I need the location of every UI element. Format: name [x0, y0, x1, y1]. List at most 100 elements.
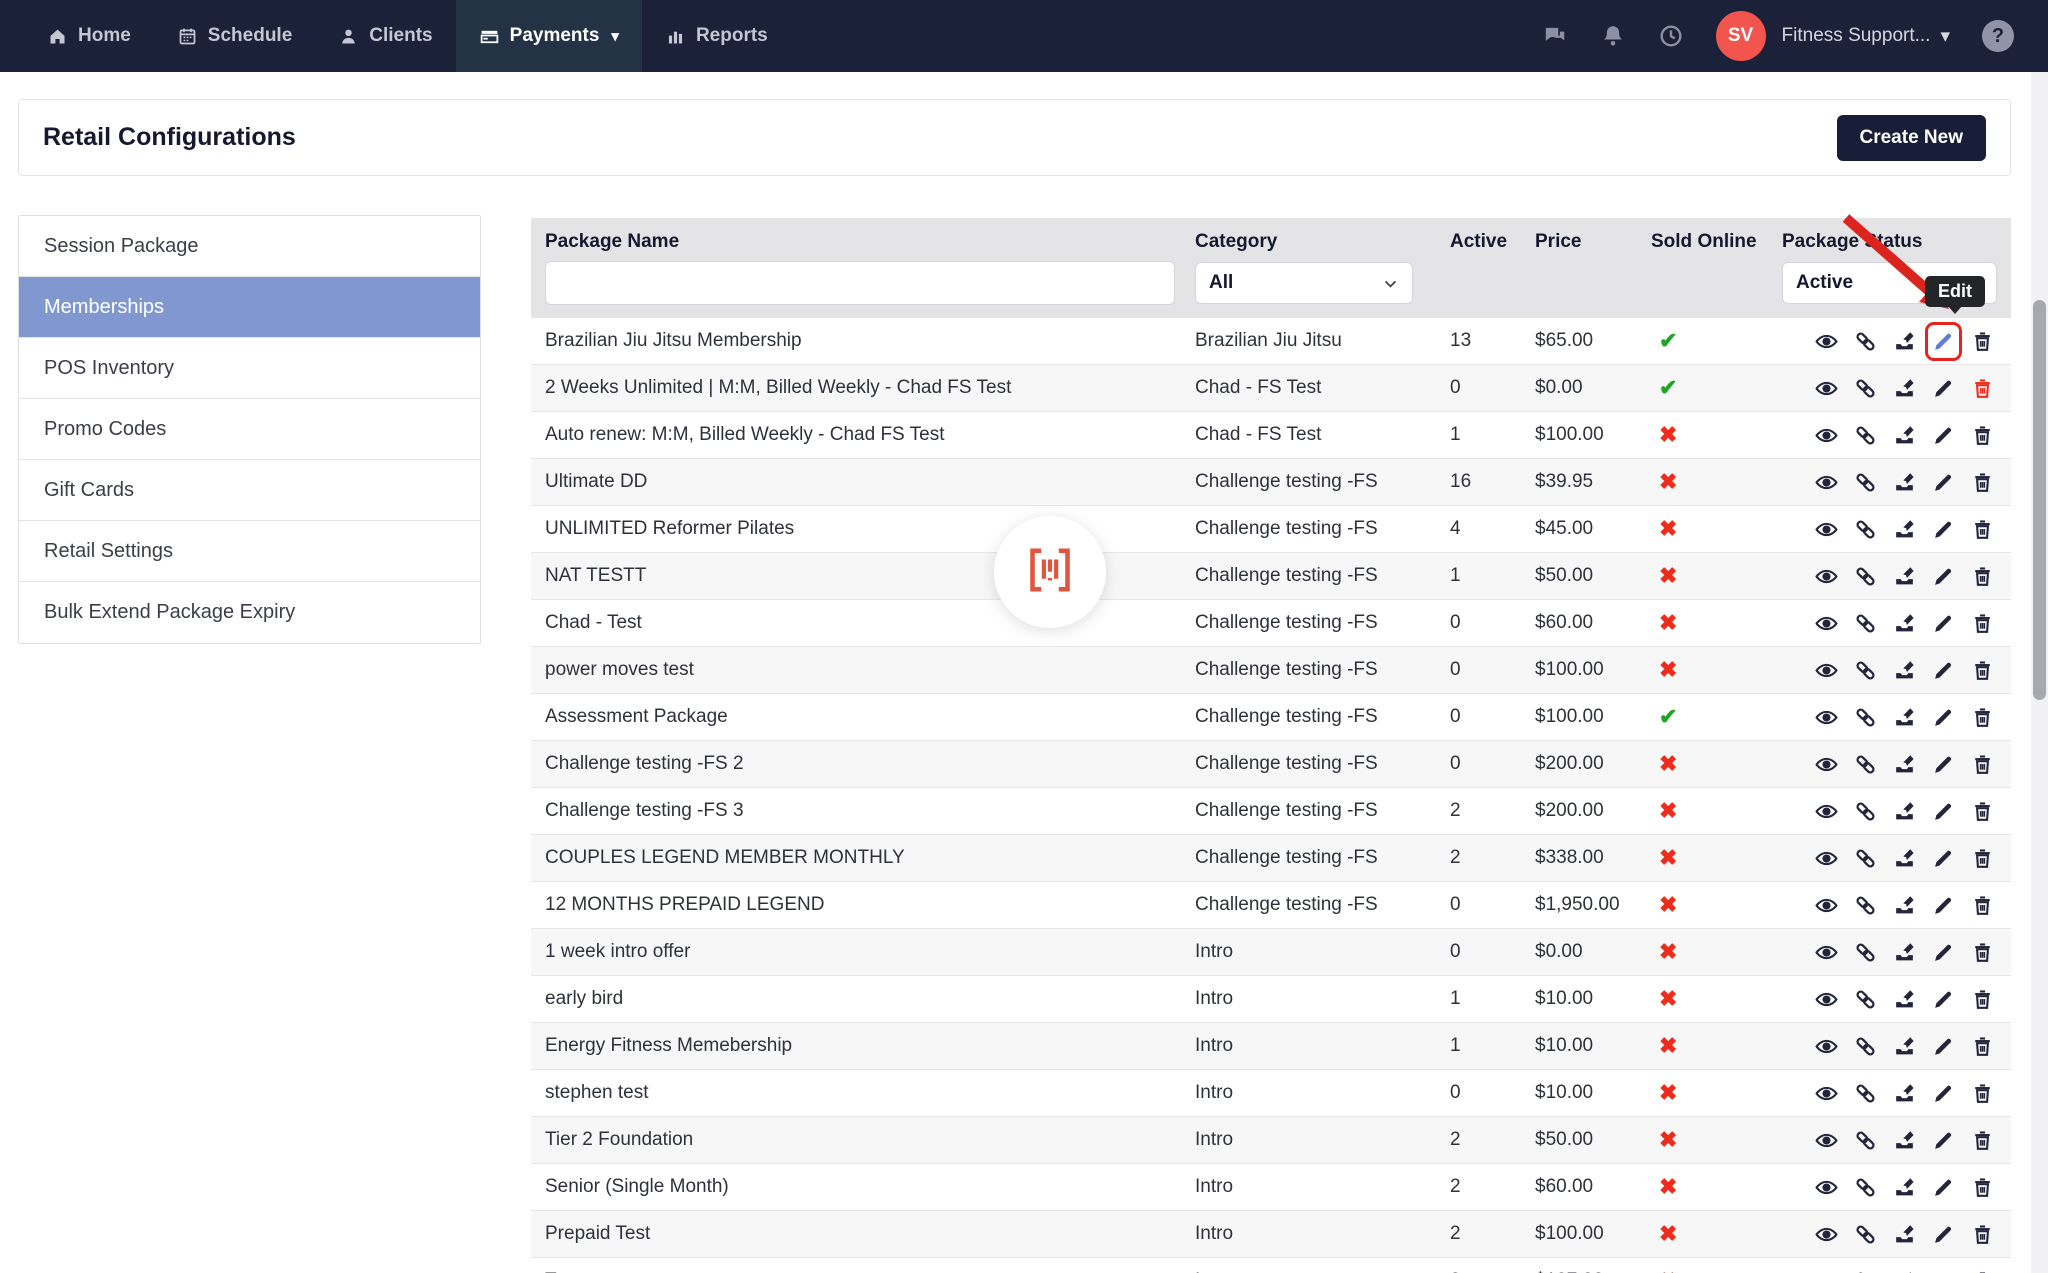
link-icon[interactable] — [1853, 846, 1878, 871]
sidebar-item-memberships[interactable]: Memberships — [19, 277, 480, 338]
view-icon[interactable] — [1814, 893, 1839, 918]
inbox-arrow-icon[interactable] — [1892, 1269, 1917, 1273]
inbox-arrow-icon[interactable] — [1892, 470, 1917, 495]
view-icon[interactable] — [1814, 1222, 1839, 1247]
inbox-arrow-icon[interactable] — [1892, 1034, 1917, 1059]
view-icon[interactable] — [1814, 423, 1839, 448]
link-icon[interactable] — [1853, 1269, 1878, 1273]
delete-icon[interactable] — [1970, 470, 1995, 495]
edit-icon[interactable] — [1931, 893, 1956, 918]
inbox-arrow-icon[interactable] — [1892, 1081, 1917, 1106]
link-icon[interactable] — [1853, 1222, 1878, 1247]
view-icon[interactable] — [1814, 564, 1839, 589]
edit-icon[interactable] — [1931, 517, 1956, 542]
inbox-arrow-icon[interactable] — [1892, 658, 1917, 683]
edit-icon[interactable] — [1925, 321, 1962, 361]
delete-icon[interactable] — [1970, 423, 1995, 448]
delete-icon[interactable] — [1970, 705, 1995, 730]
nav-item-clients[interactable]: Clients — [315, 0, 455, 72]
view-icon[interactable] — [1814, 376, 1839, 401]
view-icon[interactable] — [1814, 1269, 1839, 1273]
bell-icon[interactable] — [1600, 23, 1626, 49]
link-icon[interactable] — [1853, 705, 1878, 730]
view-icon[interactable] — [1814, 329, 1839, 354]
delete-icon[interactable] — [1970, 846, 1995, 871]
link-icon[interactable] — [1853, 752, 1878, 777]
sidebar-item-gift-cards[interactable]: Gift Cards — [19, 460, 480, 521]
view-icon[interactable] — [1814, 1128, 1839, 1153]
edit-icon[interactable] — [1931, 1222, 1956, 1247]
edit-icon[interactable] — [1931, 658, 1956, 683]
edit-icon[interactable] — [1931, 940, 1956, 965]
delete-icon[interactable] — [1970, 611, 1995, 636]
inbox-arrow-icon[interactable] — [1892, 517, 1917, 542]
inbox-arrow-icon[interactable] — [1892, 893, 1917, 918]
delete-icon[interactable] — [1970, 658, 1995, 683]
link-icon[interactable] — [1853, 1128, 1878, 1153]
delete-icon[interactable] — [1970, 1034, 1995, 1059]
edit-icon[interactable] — [1931, 423, 1956, 448]
avatar[interactable]: SV — [1715, 11, 1766, 61]
account-menu[interactable]: Fitness Support... ▾ — [1782, 25, 1950, 48]
inbox-arrow-icon[interactable] — [1892, 846, 1917, 871]
edit-icon[interactable] — [1931, 376, 1956, 401]
inbox-arrow-icon[interactable] — [1892, 1175, 1917, 1200]
nav-item-home[interactable]: Home — [24, 0, 154, 72]
view-icon[interactable] — [1814, 517, 1839, 542]
view-icon[interactable] — [1814, 470, 1839, 495]
delete-icon[interactable] — [1970, 376, 1995, 401]
inbox-arrow-icon[interactable] — [1892, 1222, 1917, 1247]
view-icon[interactable] — [1814, 611, 1839, 636]
barcode-scan-widget[interactable] — [994, 516, 1106, 628]
inbox-arrow-icon[interactable] — [1892, 376, 1917, 401]
delete-icon[interactable] — [1970, 1222, 1995, 1247]
sidebar-item-promo-codes[interactable]: Promo Codes — [19, 399, 480, 460]
sidebar-item-pos-inventory[interactable]: POS Inventory — [19, 338, 480, 399]
inbox-arrow-icon[interactable] — [1892, 423, 1917, 448]
link-icon[interactable] — [1853, 1081, 1878, 1106]
link-icon[interactable] — [1853, 1175, 1878, 1200]
view-icon[interactable] — [1814, 705, 1839, 730]
inbox-arrow-icon[interactable] — [1892, 564, 1917, 589]
nav-item-reports[interactable]: Reports — [642, 0, 791, 72]
link-icon[interactable] — [1853, 423, 1878, 448]
delete-icon[interactable] — [1970, 893, 1995, 918]
view-icon[interactable] — [1814, 1034, 1839, 1059]
link-icon[interactable] — [1853, 799, 1878, 824]
delete-icon[interactable] — [1970, 752, 1995, 777]
view-icon[interactable] — [1814, 799, 1839, 824]
view-icon[interactable] — [1814, 846, 1839, 871]
nav-item-payments[interactable]: Payments ▾ — [455, 0, 642, 72]
edit-icon[interactable] — [1931, 1081, 1956, 1106]
view-icon[interactable] — [1814, 1081, 1839, 1106]
package-name-filter-input[interactable] — [545, 261, 1175, 305]
inbox-arrow-icon[interactable] — [1892, 987, 1917, 1012]
edit-icon[interactable] — [1931, 846, 1956, 871]
inbox-arrow-icon[interactable] — [1892, 940, 1917, 965]
sidebar-item-session-package[interactable]: Session Package — [19, 216, 480, 277]
delete-icon[interactable] — [1970, 1081, 1995, 1106]
edit-icon[interactable] — [1931, 1269, 1956, 1273]
scrollbar-thumb[interactable] — [2033, 300, 2046, 700]
view-icon[interactable] — [1814, 987, 1839, 1012]
delete-icon[interactable] — [1970, 329, 1995, 354]
inbox-arrow-icon[interactable] — [1892, 1128, 1917, 1153]
edit-icon[interactable] — [1931, 752, 1956, 777]
edit-icon[interactable] — [1931, 611, 1956, 636]
inbox-arrow-icon[interactable] — [1892, 611, 1917, 636]
inbox-arrow-icon[interactable] — [1892, 705, 1917, 730]
link-icon[interactable] — [1853, 987, 1878, 1012]
link-icon[interactable] — [1853, 329, 1878, 354]
help-icon[interactable]: ? — [1982, 20, 2014, 52]
link-icon[interactable] — [1853, 893, 1878, 918]
delete-icon[interactable] — [1970, 1175, 1995, 1200]
category-filter-select[interactable]: All — [1195, 262, 1413, 304]
scrollbar-track[interactable] — [2031, 72, 2048, 1273]
delete-icon[interactable] — [1970, 799, 1995, 824]
create-new-button[interactable]: Create New — [1836, 114, 1986, 161]
link-icon[interactable] — [1853, 470, 1878, 495]
link-icon[interactable] — [1853, 564, 1878, 589]
clock-icon[interactable] — [1658, 23, 1684, 49]
delete-icon[interactable] — [1970, 1128, 1995, 1153]
edit-icon[interactable] — [1931, 1034, 1956, 1059]
